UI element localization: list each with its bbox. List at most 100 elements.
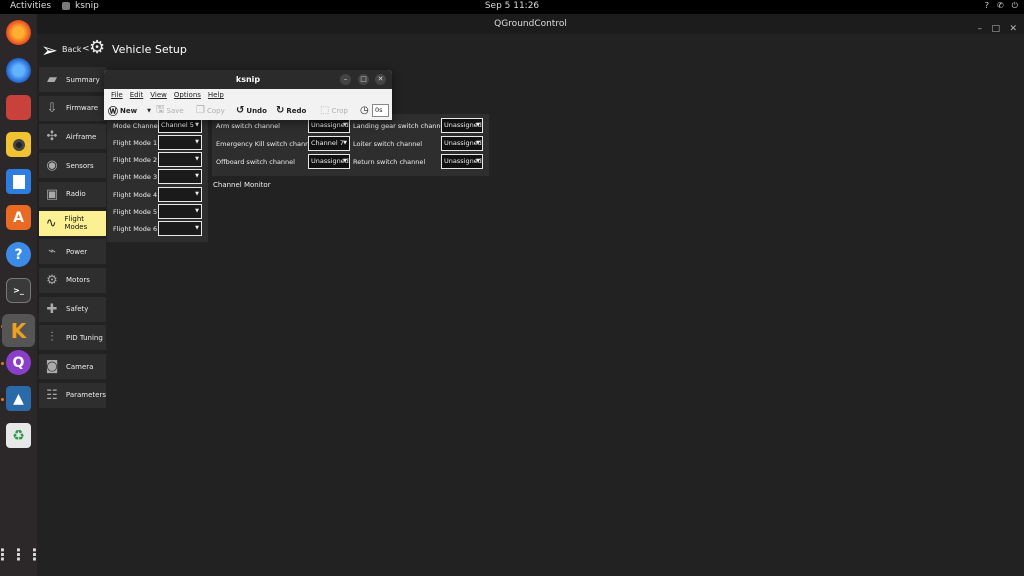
qgroundcontrol-icon[interactable]: Q <box>6 350 31 375</box>
files-icon[interactable] <box>6 95 31 120</box>
redo-button[interactable]: ↻ Redo <box>276 104 306 117</box>
flight-modes-panel: Mode Channel Channel 5 ▼ Flight Mode 1 ▼ F… <box>107 114 208 242</box>
app-grid-icon[interactable]: ⋮⋮⋮ <box>0 542 43 567</box>
radio-icon: ▣ <box>45 186 59 202</box>
menu-help[interactable]: Help <box>208 89 224 101</box>
flight-mode-select[interactable]: ▼ <box>158 152 202 168</box>
back-button[interactable]: Back <box>62 45 81 54</box>
sidebar-item-radio[interactable]: ▣ Radio <box>39 181 106 207</box>
flight-mode-select[interactable]: ▼ <box>158 203 202 219</box>
running-indicator <box>1 398 4 401</box>
firefox-icon[interactable] <box>6 20 31 45</box>
sidebar-item-label: Firmware <box>66 104 99 113</box>
help-tray-icon[interactable]: ? <box>985 1 989 11</box>
sidebar-item-power[interactable]: ⌁ Power <box>39 239 106 265</box>
save-button[interactable]: 🖫 Save <box>156 104 184 117</box>
switch-settings-panel: Arm switch channel Unassigned ▼ Emergency K… <box>212 114 489 176</box>
menu-file[interactable]: File <box>111 89 123 101</box>
delay-spinbox[interactable]: 0s <box>372 104 389 117</box>
pid-tuning-icon: ⫶ <box>50 330 54 346</box>
power-icon[interactable]: ⏻ <box>1012 1 1018 11</box>
flight-mode-select[interactable]: ▼ <box>158 221 202 236</box>
flight-mode-select[interactable]: ▼ <box>158 169 202 185</box>
switch-channel-select[interactable]: Unassigned ▼ <box>308 154 350 169</box>
flight-mode-select[interactable]: ▼ <box>158 186 202 202</box>
top-bar: Activities ksnip Sep 5 11:26 ? ✆ ⏻ <box>0 0 1024 14</box>
terminal-icon[interactable]: >_ <box>6 278 31 303</box>
mode-channel-value: Channel 5 <box>161 121 194 129</box>
chevron-down-icon: ▼ <box>195 173 199 180</box>
writer-icon[interactable] <box>6 169 31 194</box>
undo-button[interactable]: ↺ Undo <box>236 104 267 117</box>
ksnip-icon[interactable]: K <box>2 314 35 347</box>
mode-channel-select[interactable]: Channel 5 ▼ <box>158 118 202 133</box>
thunderbird-icon[interactable] <box>6 58 31 83</box>
sidebar-item-label: Airframe <box>66 132 97 141</box>
crop-button[interactable]: ⬚ Crop <box>320 104 348 117</box>
flight-mode-label: Flight Mode 2 <box>113 156 158 165</box>
network-icon[interactable]: ✆ <box>997 1 1004 11</box>
sidebar-item-sensors[interactable]: ◉ Sensors <box>39 153 106 179</box>
chevron-down-icon: ▼ <box>476 158 480 164</box>
minimize-icon[interactable]: – <box>340 74 351 85</box>
safety-icon: ✚ <box>46 301 58 317</box>
ksnip-menubar: File Edit View Options Help <box>104 89 392 101</box>
chevron-down-icon: ▼ <box>476 140 480 146</box>
minimize-icon[interactable]: – <box>978 19 983 39</box>
switch-channel-select[interactable]: Channel 7 ▼ <box>308 136 350 151</box>
sidebar-item-label: Flight Modes <box>64 215 88 231</box>
chevron-down-icon[interactable]: ▼ <box>147 108 151 114</box>
save-icon: 🖫 <box>156 104 165 115</box>
rhythmbox-icon[interactable] <box>6 132 31 157</box>
sidebar-item-label: Parameters <box>65 391 106 400</box>
chevron-down-icon: ▼ <box>343 122 347 128</box>
menu-view[interactable]: View <box>150 89 167 101</box>
flight-mode-label: Flight Mode 5 <box>113 207 158 216</box>
switch-channel-label: Loiter switch channel <box>353 140 423 148</box>
gear-icon: ⚙ <box>89 37 106 58</box>
parameters-icon: ☷ <box>46 387 58 403</box>
system-tray[interactable]: ? ✆ ⏻ <box>985 1 1018 11</box>
chevron-down-icon: ▼ <box>195 225 199 231</box>
switch-channel-label: Emergency Kill switch channel <box>216 140 316 148</box>
other-app-icon[interactable]: ▲ <box>6 386 31 411</box>
sidebar-item-pid-tuning[interactable]: ⫶ PID Tuning <box>39 325 106 351</box>
crop-icon: ⬚ <box>320 105 330 116</box>
new-button[interactable]: Ⓦ New ▼ <box>108 104 151 119</box>
flight-modes-icon: ∿ <box>45 215 57 231</box>
chevron-down-icon: ▼ <box>195 139 199 145</box>
maximize-icon[interactable]: □ <box>358 74 369 85</box>
copy-button[interactable]: ❐ Copy <box>196 104 225 117</box>
sidebar-item-summary[interactable]: ▰ Summary <box>39 67 106 92</box>
sidebar-item-camera[interactable]: ◙ Camera <box>39 354 106 379</box>
sidebar-item-motors[interactable]: ⚙ Motors <box>39 267 106 293</box>
sidebar-item-flight-modes[interactable]: ∿ Flight Modes <box>39 210 106 236</box>
switch-channel-select[interactable]: Unassigned ▼ <box>441 154 483 169</box>
switch-channel-select[interactable]: Unassigned ▼ <box>308 118 350 133</box>
menu-edit[interactable]: Edit <box>130 89 144 101</box>
sidebar-item-label: Radio <box>66 190 86 199</box>
clock[interactable]: Sep 5 11:26 <box>0 1 1024 11</box>
top-navigation: ➢ Back < ⚙ Vehicle Setup <box>37 36 337 62</box>
plan-icon[interactable]: ➢ <box>41 38 58 62</box>
help-icon[interactable]: ? <box>6 242 31 267</box>
sidebar-item-label: Summary <box>66 75 100 84</box>
new-label: New <box>120 106 138 115</box>
app-center-icon[interactable]: A <box>6 205 31 230</box>
copy-label: Copy <box>206 106 225 115</box>
close-icon[interactable]: ✕ <box>375 74 386 85</box>
power-icon: ⌁ <box>48 244 56 260</box>
sidebar-item-firmware[interactable]: ⇩ Firmware <box>39 95 106 121</box>
flight-mode-select[interactable]: ▼ <box>158 135 202 150</box>
switch-channel-value: Channel 7 <box>311 139 344 147</box>
sidebar-item-label: Camera <box>66 362 94 371</box>
sidebar-item-safety[interactable]: ✚ Safety <box>39 296 106 322</box>
sidebar-item-airframe[interactable]: ✣ Airframe <box>39 124 106 150</box>
switch-channel-select[interactable]: Unassigned ▼ <box>441 136 483 151</box>
maximize-icon[interactable]: □ <box>991 19 1000 39</box>
trash-icon[interactable]: ♻ <box>6 423 31 448</box>
close-icon[interactable]: ✕ <box>1009 19 1017 39</box>
menu-options[interactable]: Options <box>174 89 201 101</box>
switch-channel-select[interactable]: Unassigned ▼ <box>441 118 483 133</box>
sidebar-item-parameters[interactable]: ☷ Parameters <box>39 382 106 408</box>
